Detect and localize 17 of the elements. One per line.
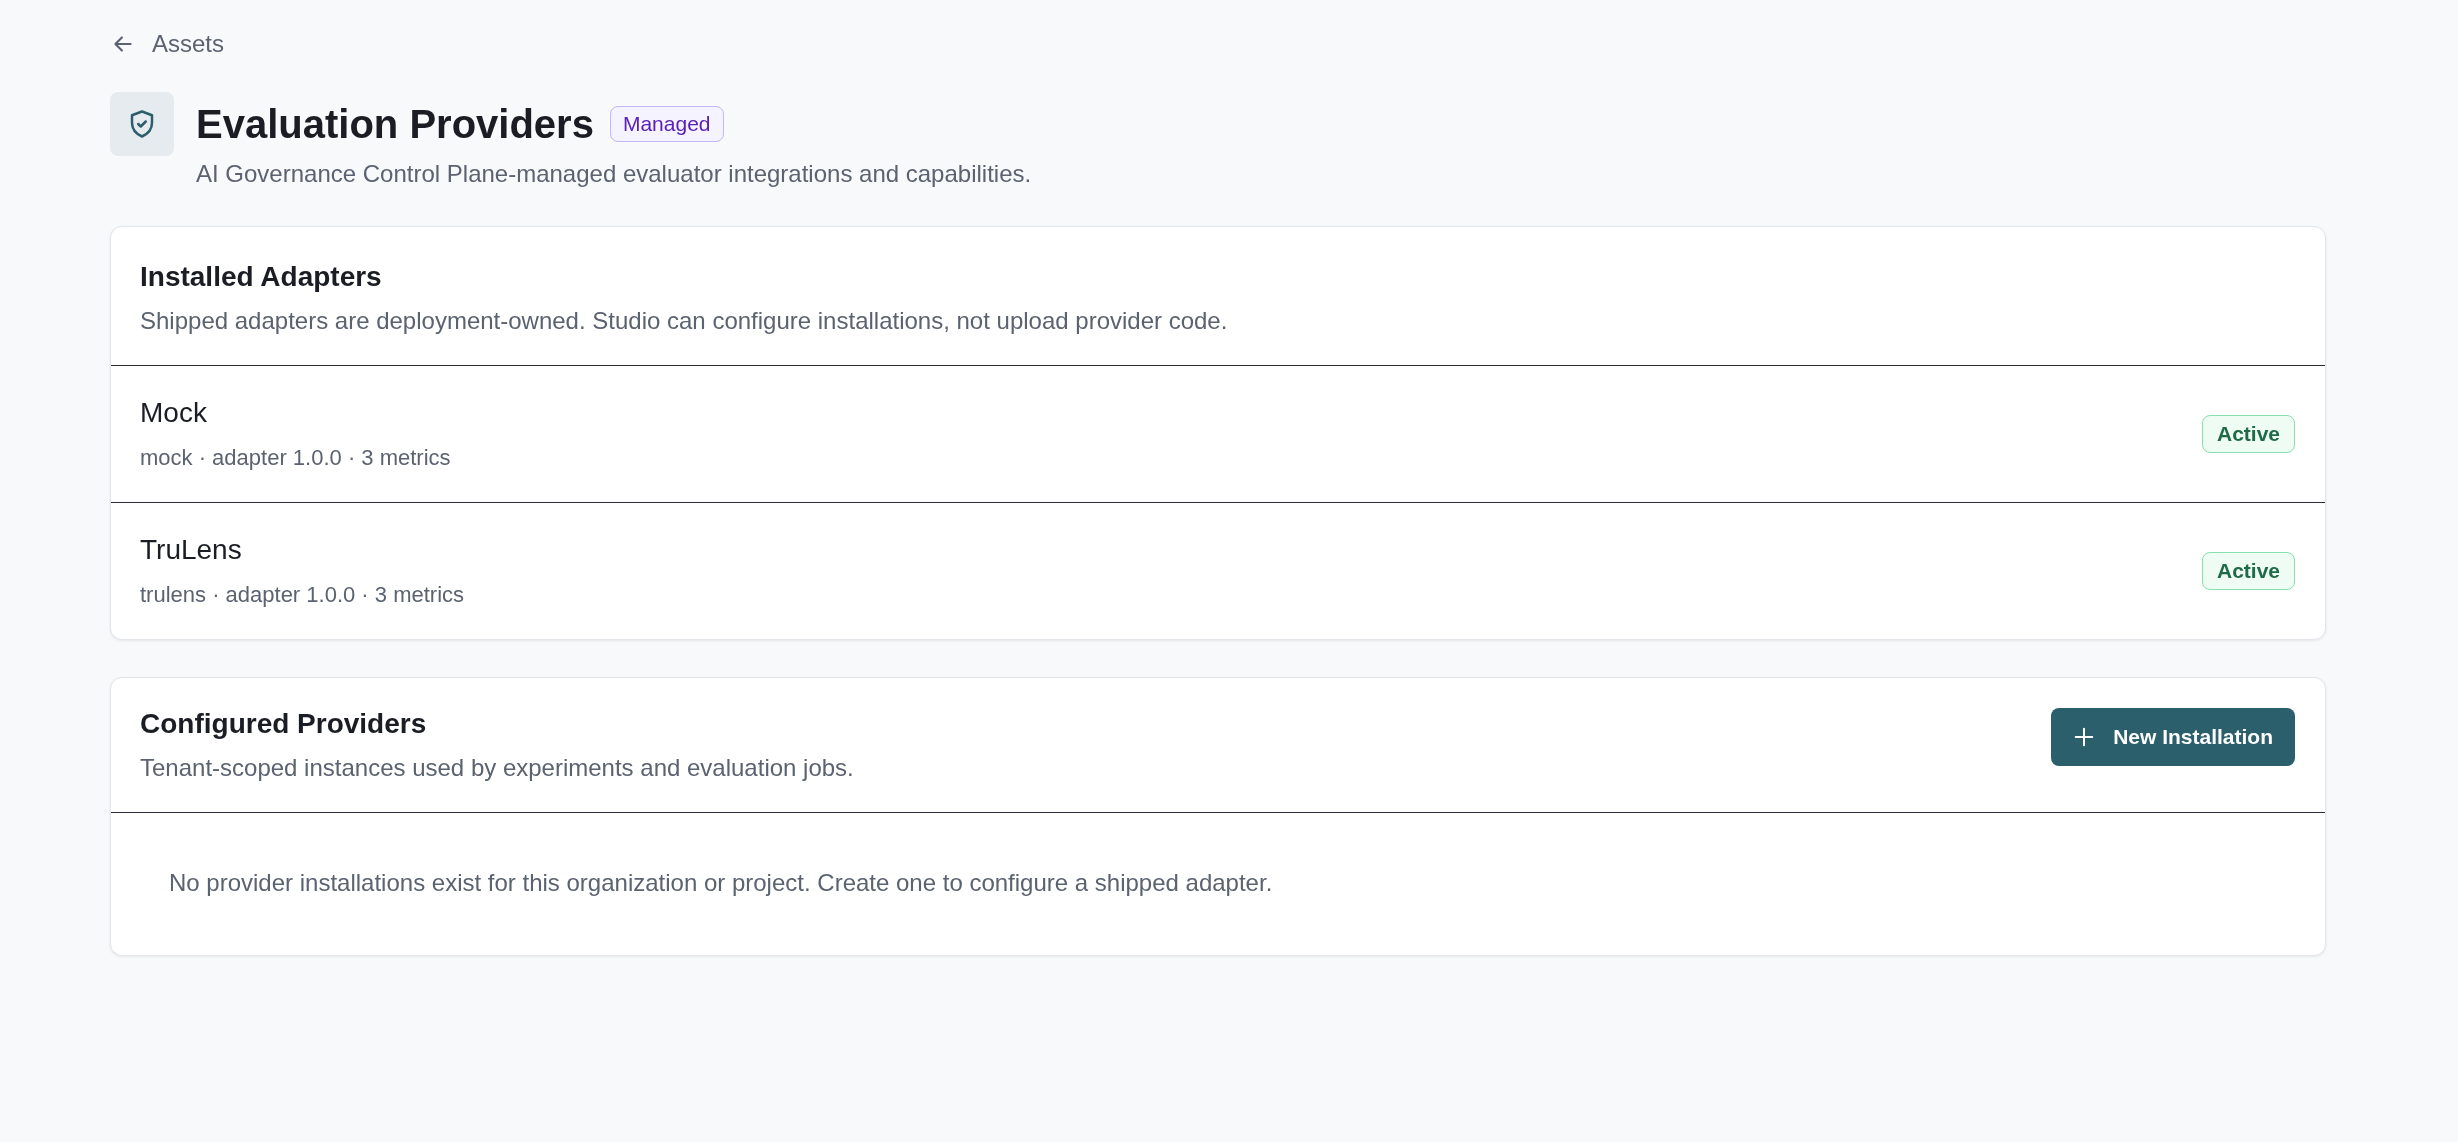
page-title: Evaluation Providers: [196, 101, 594, 147]
card-description: Tenant-scoped instances used by experiments and evaluation jobs.: [140, 754, 854, 782]
managed-badge: Managed: [609, 106, 724, 142]
status-badge: Active: [2201, 415, 2295, 453]
adapter-meta: trulens · adapter 1.0.0 · 3 metrics: [140, 582, 465, 608]
card-title: Configured Providers: [140, 708, 428, 740]
adapter-name: TruLens: [140, 534, 243, 566]
adapter-name: Mock: [140, 397, 208, 429]
back-link[interactable]: Assets: [110, 22, 225, 66]
empty-state-message: No provider installations exist for this organization or project. Create one to configure a shipped adapter.: [168, 868, 1274, 898]
status-badge: Active: [2201, 552, 2295, 590]
new-installation-button[interactable]: New Installation: [2051, 708, 2295, 766]
plus-icon: [2073, 726, 2096, 748]
card-title: Installed Adapters: [140, 261, 383, 293]
adapter-meta: mock · adapter 1.0.0 · 3 metrics: [140, 445, 451, 471]
card-description: Shipped adapters are deployment-owned. Studio can configure installations, not upload provider code.: [140, 307, 1228, 335]
page-subtitle: AI Governance Control Plane-managed evaluator integrations and capabilities.: [196, 160, 1033, 188]
